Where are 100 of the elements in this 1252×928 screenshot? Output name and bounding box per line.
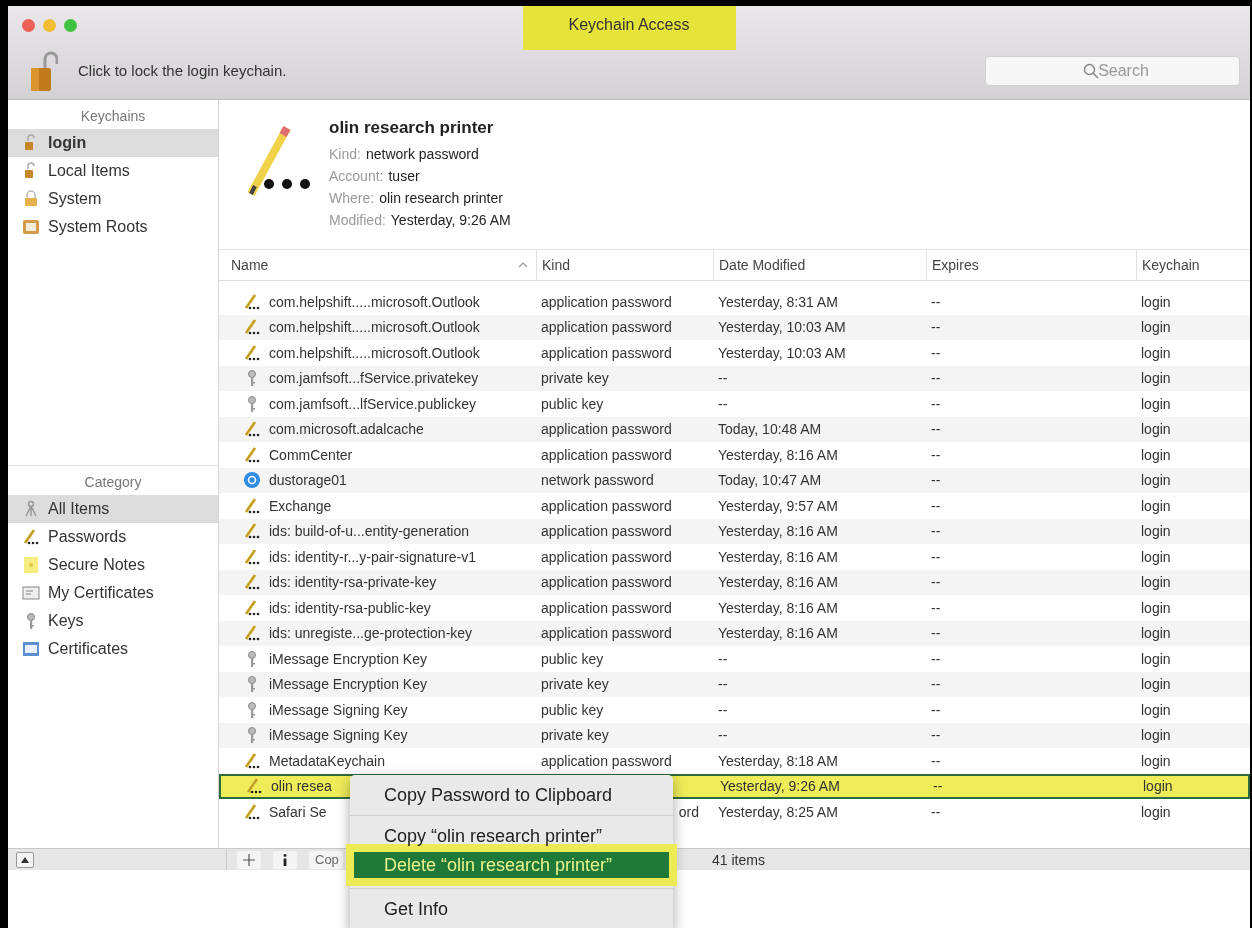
table-cell: com.helpshift.....microsoft.Outlook (269, 293, 480, 310)
table-cell: public key (541, 395, 604, 412)
column-header[interactable]: Expires (926, 250, 1136, 280)
table-cell: -- (718, 650, 728, 667)
category-item[interactable]: Passwords (8, 523, 218, 551)
table-cell: login (1141, 676, 1171, 693)
table-row[interactable]: ids: unregiste...ge-protection-key application password Yesterday, 8:16 AM -- login (219, 620, 1250, 646)
people-icon (22, 500, 40, 518)
table-cell: -- (931, 395, 941, 412)
sidebar-toggle-button[interactable] (16, 851, 34, 868)
pencil-icon (243, 802, 261, 821)
table-cell: olin resea (271, 778, 332, 795)
column-header[interactable]: Keychain (1136, 250, 1250, 280)
table-cell: iMessage Signing Key (269, 701, 408, 718)
menu-item[interactable]: Get Info (354, 893, 669, 925)
table-cell: login (1143, 778, 1173, 795)
table-cell: Yesterday, 10:03 AM (718, 319, 846, 336)
padlock-icon (22, 190, 40, 208)
keychain-item[interactable]: login (8, 129, 218, 157)
table-cell: login (1141, 727, 1171, 744)
table-cell: login (1141, 446, 1171, 463)
table-cell: private key (541, 676, 609, 693)
table-cell: iMessage Encryption Key (269, 676, 427, 693)
table-row[interactable]: com.helpshift.....microsoft.Outlook application password Yesterday, 10:03 AM -- login (219, 314, 1250, 340)
table-cell: application password (541, 625, 672, 642)
table-cell: login (1141, 650, 1171, 667)
table-cell: private key (541, 727, 609, 744)
table-cell: -- (933, 778, 943, 795)
field-value: tuser (388, 168, 420, 184)
table-cell: login (1141, 319, 1171, 336)
minimize-button[interactable] (43, 19, 56, 32)
pencil-icon (243, 751, 261, 770)
add-button[interactable] (237, 850, 261, 869)
table-cell: -- (931, 446, 941, 463)
close-button[interactable] (22, 19, 35, 32)
table-cell: -- (931, 293, 941, 310)
table-cell: login (1141, 472, 1171, 489)
table-cell: ids: identity-rsa-public-key (269, 599, 431, 616)
table-cell: application password (541, 497, 672, 514)
field-label: Where: (329, 190, 375, 206)
table-cell: Yesterday, 8:16 AM (718, 548, 838, 565)
table-cell: -- (931, 625, 941, 642)
table-cell: application password (541, 293, 672, 310)
field-label: Modified: (329, 212, 386, 228)
table-cell: iMessage Signing Key (269, 727, 408, 744)
table-cell: Yesterday, 10:03 AM (718, 344, 846, 361)
plus-icon (243, 853, 255, 866)
pencil-icon (243, 522, 261, 541)
section-header: Category (83, 473, 143, 492)
table-cell: public key (541, 650, 604, 667)
zoom-button[interactable] (64, 19, 77, 32)
category-item[interactable]: My Certificates (8, 579, 218, 607)
column-header[interactable]: Name (219, 250, 536, 280)
category-item[interactable]: Certificates (8, 635, 218, 663)
column-header[interactable]: Kind (536, 250, 713, 280)
pencil-icon (243, 445, 261, 464)
table-row[interactable]: ids: build-of-u...entity-generation application password Yesterday, 8:16 AM -- login (219, 518, 1250, 544)
table-cell: -- (931, 701, 941, 718)
lock-message: Click to lock the login keychain. (78, 62, 288, 79)
table-cell: iMessage Encryption Key (269, 650, 427, 667)
table-cell: com.helpshift.....microsoft.Outlook (269, 319, 480, 336)
certificate-icon (22, 584, 40, 602)
category-item[interactable]: All Items (8, 495, 218, 523)
table-row[interactable]: iMessage Encryption Key private key -- -- login (219, 671, 1250, 697)
table-cell: Exchange (269, 497, 332, 514)
search-field[interactable]: Search (985, 55, 1240, 86)
pencil-icon (243, 547, 261, 566)
column-header[interactable]: Date Modified (713, 250, 926, 280)
table-row[interactable]: ids: identity-rsa-private-key application password Yesterday, 8:16 AM -- login (219, 569, 1250, 595)
table-cell: -- (931, 370, 941, 387)
table-cell: login (1141, 574, 1171, 591)
table-cell: -- (931, 599, 941, 616)
note-icon (22, 556, 40, 574)
category-item[interactable]: Keys (8, 607, 218, 635)
table-row[interactable]: iMessage Signing Key private key -- -- login (219, 722, 1250, 748)
table-cell: com.jamfsoft...fService.privatekey (269, 370, 479, 387)
table-cell: network password (541, 472, 654, 489)
keychain-item[interactable]: Local Items (8, 157, 218, 185)
category-item[interactable]: Secure Notes (8, 551, 218, 579)
table-cell: -- (931, 676, 941, 693)
table-cell: -- (931, 472, 941, 489)
keychain-item[interactable]: System (8, 185, 218, 213)
table-cell: ord (678, 803, 699, 820)
table-row[interactable]: com.microsoft.adalcache application password Today, 10:48 AM -- login (219, 416, 1250, 442)
keychain-item[interactable]: System Roots (8, 213, 218, 241)
pencil-icon (243, 343, 261, 362)
field-value: olin research printer (379, 190, 503, 206)
table-cell: Yesterday, 8:18 AM (718, 752, 838, 769)
table-cell: -- (931, 727, 941, 744)
table-cell: ids: identity-rsa-private-key (269, 574, 437, 591)
table-cell: public key (541, 701, 604, 718)
table-cell: login (1141, 421, 1171, 438)
info-icon (282, 853, 288, 866)
table-row[interactable]: dustorage01 network password Today, 10:47 AM -- login (219, 467, 1250, 493)
table-row[interactable]: com.jamfsoft...fService.privatekey private key -- -- login (219, 365, 1250, 391)
field-value: Yesterday, 9:26 AM (390, 212, 511, 228)
copy-button[interactable]: Cop (309, 850, 343, 869)
certificate-icon (22, 640, 40, 658)
table-cell: login (1141, 752, 1171, 769)
info-button[interactable] (273, 850, 297, 869)
